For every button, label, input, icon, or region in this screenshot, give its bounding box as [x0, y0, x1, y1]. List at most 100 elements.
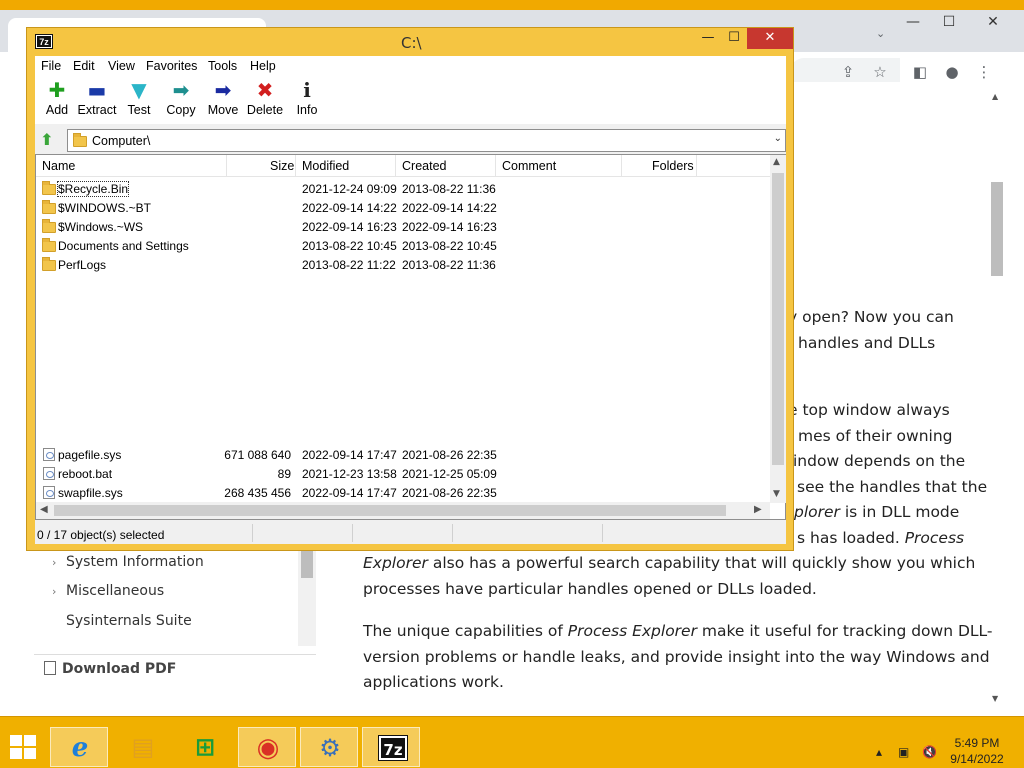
scroll-down-arrow-icon[interactable]: ▼ [773, 489, 780, 499]
menu-file[interactable]: File [41, 59, 61, 73]
toc-sidebar: › System Information › Miscellaneous Sys… [34, 548, 316, 688]
taskbar-file-explorer[interactable]: ▤ [114, 727, 172, 767]
taskbar-internet-explorer[interactable]: e [50, 727, 108, 767]
tab-search-chevron-icon[interactable]: ⌄ [876, 27, 885, 40]
column-comment-header[interactable]: Comment [502, 159, 556, 173]
column-divider[interactable] [395, 155, 396, 177]
vertical-scrollbar[interactable]: ▲ ▼ [770, 155, 786, 503]
column-divider[interactable] [621, 155, 622, 177]
menu-help[interactable]: Help [250, 59, 276, 73]
horizontal-scroll-thumb[interactable] [54, 505, 726, 516]
taskbar-setup[interactable]: ⚙ [300, 727, 358, 767]
column-created-header[interactable]: Created [402, 159, 446, 173]
delete-button[interactable]: ✖ Delete [243, 78, 287, 122]
arrow-right-blue-icon: ➡ [214, 78, 232, 102]
item-size: 89 [277, 467, 291, 481]
volume-muted-icon[interactable]: 🔇 [922, 745, 937, 759]
side-panel-icon[interactable]: ◧ [910, 62, 930, 82]
item-modified: 2021-12-23 13:58 [302, 467, 397, 481]
article-line: see the handles that the [797, 478, 988, 496]
folder-row[interactable]: $Recycle.Bin 2021-12-24 09:09 2013-08-22… [36, 179, 771, 198]
path-combobox[interactable]: Computer\ ⌄ [67, 129, 786, 152]
column-divider[interactable] [495, 155, 496, 177]
page-scroll-thumb[interactable] [991, 182, 1003, 276]
article-line: s has loaded. Process [797, 529, 965, 547]
move-button[interactable]: ➡ Move [201, 78, 245, 122]
article-line: version problems or handle leaks, and pr… [363, 648, 990, 666]
folder-row[interactable]: PerfLogs 2013-08-22 11:22 2013-08-22 11:… [36, 255, 771, 274]
horizontal-scrollbar[interactable]: ◀ ▶ [36, 502, 770, 519]
setup-icon: ⚙ [319, 734, 341, 762]
menu-edit[interactable]: Edit [73, 59, 95, 73]
column-divider[interactable] [696, 155, 697, 177]
column-divider[interactable] [295, 155, 296, 177]
test-button[interactable]: ▼ Test [117, 78, 161, 122]
sidebar-item-system-information[interactable]: System Information [66, 554, 204, 570]
folder-row[interactable]: $WINDOWS.~BT 2022-09-14 14:22 2022-09-14… [36, 198, 771, 217]
article-line: e top window always [788, 401, 950, 419]
file-row[interactable]: reboot.bat 89 2021-12-23 13:58 2021-12-2… [36, 464, 771, 483]
folder-up-arrow-icon[interactable]: ⬆ [37, 130, 57, 150]
column-modified-header[interactable]: Modified [302, 159, 349, 173]
scroll-left-arrow-icon[interactable]: ◀ [40, 504, 48, 515]
show-hidden-icons-icon[interactable]: ▴ [876, 745, 882, 759]
column-size-header[interactable]: Size [270, 159, 294, 173]
title-bar[interactable]: 7z C:\ — ☐ ✕ [27, 28, 793, 56]
share-icon[interactable]: ⇪ [838, 62, 858, 82]
chevron-right-icon[interactable]: › [52, 585, 56, 598]
file-list[interactable]: Name Size Modified Created Comment Folde… [35, 154, 786, 520]
taskbar-7zip[interactable]: 7z [362, 727, 420, 767]
browser-maximize-button[interactable]: ☐ [932, 12, 966, 32]
scroll-up-arrow-icon[interactable]: ▲ [992, 92, 998, 101]
close-button[interactable]: ✕ [747, 28, 793, 49]
folder-row[interactable]: $Windows.~WS 2022-09-14 16:23 2022-09-14… [36, 217, 771, 236]
column-folders-header[interactable]: Folders [652, 159, 694, 173]
file-row[interactable]: pagefile.sys 671 088 640 2022-09-14 17:4… [36, 445, 771, 464]
taskbar-store[interactable]: ⊞ [176, 727, 234, 767]
profile-avatar-icon[interactable]: ● [942, 62, 962, 82]
page-scrollbar[interactable]: ▲ ▼ [988, 88, 1006, 706]
extract-label: Extract [77, 103, 117, 117]
download-pdf-link[interactable]: Download PDF [44, 661, 176, 677]
test-label: Test [127, 103, 151, 117]
scroll-right-arrow-icon[interactable]: ▶ [754, 504, 762, 515]
copy-button[interactable]: ➡ Copy [159, 78, 203, 122]
browser-menu-icon[interactable]: ⋮ [974, 62, 994, 82]
column-divider[interactable] [226, 155, 227, 177]
item-name: pagefile.sys [58, 448, 122, 462]
article-line: Explorer also has a powerful search capa… [363, 554, 976, 572]
browser-close-button[interactable]: ✕ [976, 12, 1010, 32]
system-clock[interactable]: 5:49 PM 9/14/2022 [950, 735, 1004, 767]
scroll-down-arrow-icon[interactable]: ▼ [992, 694, 998, 703]
scroll-up-arrow-icon[interactable]: ▲ [773, 157, 780, 167]
maximize-button[interactable]: ☐ [721, 28, 747, 49]
item-name: $Windows.~WS [58, 220, 144, 234]
add-button[interactable]: ✚ Add [35, 78, 79, 122]
sidebar-scroll-thumb[interactable] [301, 550, 313, 578]
7zip-window: 7z C:\ — ☐ ✕ File Edit View Favorites To… [26, 27, 794, 551]
menu-favorites[interactable]: Favorites [146, 59, 197, 73]
vertical-scroll-thumb[interactable] [772, 173, 784, 465]
item-created: 2013-08-22 10:45 [402, 239, 497, 253]
info-button[interactable]: i Info [285, 78, 329, 122]
menu-tools[interactable]: Tools [208, 59, 237, 73]
menu-view[interactable]: View [108, 59, 135, 73]
file-row[interactable]: swapfile.sys 268 435 456 2022-09-14 17:4… [36, 483, 771, 502]
chevron-right-icon[interactable]: › [52, 556, 56, 569]
taskbar-chrome[interactable]: ◉ [238, 727, 296, 767]
network-icon[interactable]: ▣ [898, 745, 909, 759]
minimize-button[interactable]: — [695, 28, 721, 49]
list-header: Name Size Modified Created Comment Folde… [36, 155, 771, 177]
item-name: reboot.bat [58, 467, 113, 481]
sidebar-item-miscellaneous[interactable]: Miscellaneous [66, 583, 164, 599]
chevron-down-icon[interactable]: ⌄ [774, 133, 782, 144]
sidebar-item-sysinternals-suite[interactable]: Sysinternals Suite [66, 613, 192, 629]
folder-row[interactable]: Documents and Settings 2013-08-22 10:45 … [36, 236, 771, 255]
bookmark-star-icon[interactable]: ☆ [870, 62, 890, 82]
browser-minimize-button[interactable]: — [896, 12, 930, 32]
extract-button[interactable]: ▬ Extract [75, 78, 119, 122]
path-text: Computer\ [92, 134, 151, 148]
sidebar-scrollbar[interactable] [298, 548, 316, 646]
column-name-header[interactable]: Name [42, 159, 75, 173]
start-button[interactable] [10, 735, 38, 761]
